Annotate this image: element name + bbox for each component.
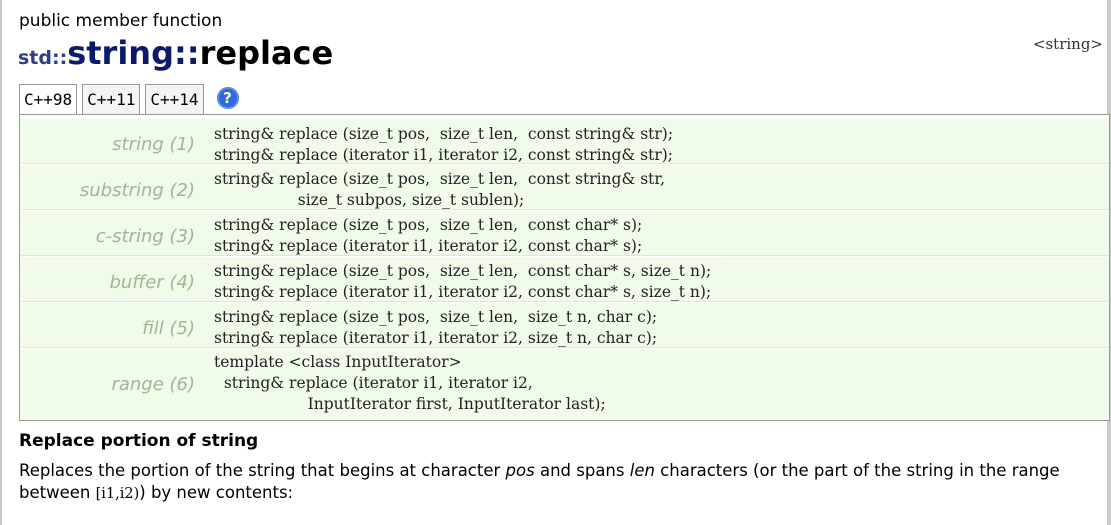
prototype-code: template <class InputIterator> string& r… xyxy=(214,353,606,413)
prototypes-table: string (1) string& replace (size_t pos, … xyxy=(19,114,1110,421)
prototype-code: string& replace (size_t pos, size_t len,… xyxy=(214,125,674,164)
param-pos: pos xyxy=(505,461,535,480)
function-name: replace xyxy=(199,34,334,72)
header-file-link[interactable]: <string> xyxy=(1033,35,1103,53)
prototype-row-substring: substring (2) string& replace (size_t po… xyxy=(20,165,1109,210)
prototype-label: c-string (3) xyxy=(95,226,195,247)
prototype-row-cstring: c-string (3) string& replace (size_t pos… xyxy=(20,211,1109,256)
prototype-row-string: string (1) string& replace (size_t pos, … xyxy=(20,119,1109,164)
prototype-row-buffer: buffer (4) string& replace (size_t pos, … xyxy=(20,257,1109,302)
prototype-code: string& replace (size_t pos, size_t len,… xyxy=(214,170,666,209)
description-text: ) by new contents: xyxy=(139,483,294,502)
class-name: string xyxy=(67,34,174,72)
help-icon[interactable]: ? xyxy=(216,87,239,109)
prototype-code: string& replace (size_t pos, size_t len,… xyxy=(214,262,712,301)
prototype-row-fill: fill (5) string& replace (size_t pos, si… xyxy=(20,303,1109,348)
tab-cpp11[interactable]: C++11 xyxy=(82,84,141,115)
description-text: and spans xyxy=(534,461,630,480)
section-title: Replace portion of string xyxy=(19,431,259,451)
prototype-label: range (6) xyxy=(111,374,195,395)
page-title: std::string::replace xyxy=(18,34,333,72)
prototype-label: substring (2) xyxy=(79,180,195,201)
description-paragraph: Replaces the portion of the string that … xyxy=(19,460,1109,505)
iterator-range: [i1,i2) xyxy=(95,486,140,502)
prototype-code: string& replace (size_t pos, size_t len,… xyxy=(214,216,643,255)
prototype-label: fill (5) xyxy=(142,318,195,339)
prototype-label: buffer (4) xyxy=(109,272,195,293)
description-text: Replaces the portion of the string that … xyxy=(19,461,506,480)
page: public member function std::string::repl… xyxy=(0,0,1111,525)
tab-cpp98[interactable]: C++98 xyxy=(19,84,78,115)
prototype-row-range: range (6) template <class InputIterator>… xyxy=(20,349,1109,420)
tab-cpp14[interactable]: C++14 xyxy=(145,84,204,115)
standard-tabs: C++98 C++11 C++14 ? xyxy=(19,84,239,115)
scope-separator: :: xyxy=(173,34,200,72)
namespace-label: std:: xyxy=(18,47,68,69)
member-kind-label: public member function xyxy=(19,11,223,31)
param-len: len xyxy=(629,461,655,480)
prototype-code: string& replace (size_t pos, size_t len,… xyxy=(214,308,658,347)
prototype-label: string (1) xyxy=(112,134,195,155)
